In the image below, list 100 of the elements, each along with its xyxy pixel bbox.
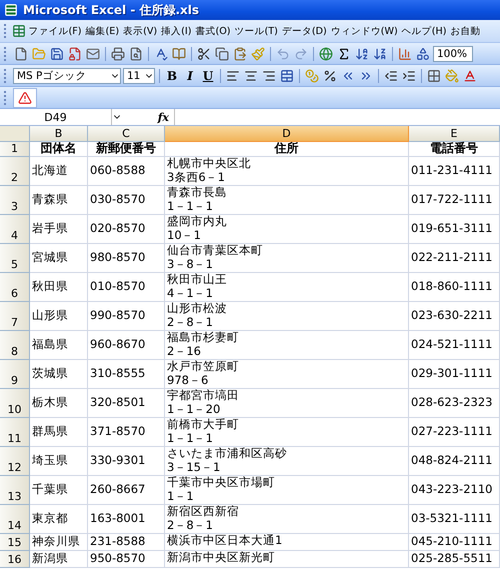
table-cell: 盛岡市内丸 10－1 <box>165 215 409 244</box>
table-cell: 231-8588 <box>88 534 165 551</box>
bar-chart-icon[interactable] <box>397 46 413 62</box>
menu-item[interactable]: 表示(V) <box>122 22 159 40</box>
table-cell: 宮城県 <box>30 244 88 273</box>
row-header[interactable]: 14 <box>0 505 30 534</box>
scissors-icon[interactable] <box>196 46 212 62</box>
menu-item[interactable]: 編集(E) <box>84 22 121 40</box>
table-cell: 横浜市中区日本大通1 <box>165 534 409 551</box>
table-cell: 福島県 <box>30 331 88 360</box>
row-header[interactable]: 10 <box>0 389 30 418</box>
table-cell: 163-8001 <box>88 505 165 534</box>
column-header[interactable]: B <box>30 126 88 142</box>
column-header[interactable]: D <box>165 126 409 142</box>
table-cell: 神奈川県 <box>30 534 88 551</box>
table-cell: 秋田県 <box>30 273 88 302</box>
table-cell: 018-860-1111 <box>409 273 500 302</box>
menu-item[interactable]: ツール(T) <box>233 22 280 40</box>
table-cell: 宇都宮市塙田 1－1－20 <box>165 389 409 418</box>
table-cell: 990-8570 <box>88 302 165 331</box>
table-cell: 310-8555 <box>88 360 165 389</box>
printer-icon[interactable] <box>110 46 126 62</box>
italic-button[interactable]: I <box>182 68 198 84</box>
table-cell: 043-223-2110 <box>409 476 500 505</box>
function-label[interactable]: fx <box>122 110 174 124</box>
table-cell: 岩手県 <box>30 215 88 244</box>
table-cell: 03-5321-1111 <box>409 505 500 534</box>
table-cell: 022-211-2111 <box>409 244 500 273</box>
table-cell: 024-521-1111 <box>409 331 500 360</box>
row-header[interactable]: 3 <box>0 186 30 215</box>
menu-item[interactable]: 書式(O) <box>194 22 232 40</box>
table-cell: 960-8670 <box>88 331 165 360</box>
warning-icon <box>18 90 32 104</box>
row-header[interactable]: 16 <box>0 551 30 568</box>
copy-icon[interactable] <box>214 46 230 62</box>
table-cell: 019-651-3111 <box>409 215 500 244</box>
save-icon[interactable] <box>49 46 65 62</box>
row-header[interactable]: 12 <box>0 447 30 476</box>
table-cell: 029-301-1111 <box>409 360 500 389</box>
table-cell: 電話番号 <box>409 142 500 157</box>
row-header[interactable]: 4 <box>0 215 30 244</box>
menu-item[interactable]: 挿入(I) <box>160 22 193 40</box>
row-header[interactable]: 1 <box>0 142 30 157</box>
row-header[interactable]: 9 <box>0 360 30 389</box>
column-header[interactable]: E <box>409 126 500 142</box>
table-cell: 新潟市中央区新光町 <box>165 551 409 568</box>
row-header[interactable]: 2 <box>0 157 30 186</box>
shapes-icon[interactable] <box>415 46 431 62</box>
table-cell: 010-8570 <box>88 273 165 302</box>
table-cell: 団体名 <box>30 142 88 157</box>
book-icon[interactable] <box>171 46 187 62</box>
document-magnifier-icon[interactable] <box>128 46 144 62</box>
fill-color-icon[interactable] <box>444 68 460 84</box>
table-cell: 水戸市笠原町 978－6 <box>165 360 409 389</box>
table-cell: 新郵便番号 <box>88 142 165 157</box>
borders-icon[interactable] <box>426 68 442 84</box>
table-cell: 025-285-5511 <box>409 551 500 568</box>
clipboard-icon[interactable] <box>232 46 248 62</box>
globe-icon[interactable] <box>318 46 334 62</box>
table-cell: 新潟県 <box>30 551 88 568</box>
table-cell: 青森県 <box>30 186 88 215</box>
row-header[interactable]: 13 <box>0 476 30 505</box>
name-box[interactable]: D49 <box>0 109 112 125</box>
table-cell: 017-722-1111 <box>409 186 500 215</box>
locked-document-icon[interactable] <box>67 46 83 62</box>
row-header[interactable]: 8 <box>0 331 30 360</box>
table-cell: 群馬県 <box>30 418 88 447</box>
table-cell: さいたま市浦和区高砂 3－15－1 <box>165 447 409 476</box>
bold-button[interactable]: B <box>164 68 180 84</box>
column-header[interactable]: C <box>88 126 165 142</box>
table-cell: 260-8667 <box>88 476 165 505</box>
underline-button[interactable]: U <box>200 68 216 84</box>
table-cell: 埼玉県 <box>30 447 88 476</box>
table-cell: 048-824-2111 <box>409 447 500 476</box>
table-cell: 371-8570 <box>88 418 165 447</box>
table-cell: 北海道 <box>30 157 88 186</box>
merge-cells-icon[interactable] <box>279 68 295 84</box>
menu-item[interactable]: データ(D) <box>280 22 328 40</box>
table-cell: 027-223-1111 <box>409 418 500 447</box>
menu-item[interactable]: お自動 <box>448 22 482 40</box>
font-dropdown[interactable]: MS Pゴシック <box>13 68 121 84</box>
menu-item[interactable]: ヘルプ(H) <box>400 22 448 40</box>
table-cell: 住所 <box>165 142 409 157</box>
menu-item[interactable]: ファイル(F) <box>27 22 84 40</box>
row-header[interactable]: 5 <box>0 244 30 273</box>
font-size-dropdown[interactable]: 11 <box>123 68 155 84</box>
table-cell: 栃木県 <box>30 389 88 418</box>
menu-item[interactable]: ウィンドウ(W) <box>329 22 400 40</box>
row-header[interactable]: 7 <box>0 302 30 331</box>
table-cell: 950-8570 <box>88 551 165 568</box>
row-header[interactable]: 6 <box>0 273 30 302</box>
row-header[interactable]: 11 <box>0 418 30 447</box>
warning-button[interactable] <box>13 88 37 108</box>
new-document-icon[interactable] <box>13 46 29 62</box>
zoom-dropdown[interactable]: 100% <box>433 46 473 62</box>
window-title: Microsoft Excel - 住所録.xls <box>23 2 200 18</box>
table-cell: 仙台市青葉区本町 3－8－1 <box>165 244 409 273</box>
table-cell: 023-630-2211 <box>409 302 500 331</box>
table-cell: 030-8570 <box>88 186 165 215</box>
row-header[interactable]: 15 <box>0 534 30 551</box>
